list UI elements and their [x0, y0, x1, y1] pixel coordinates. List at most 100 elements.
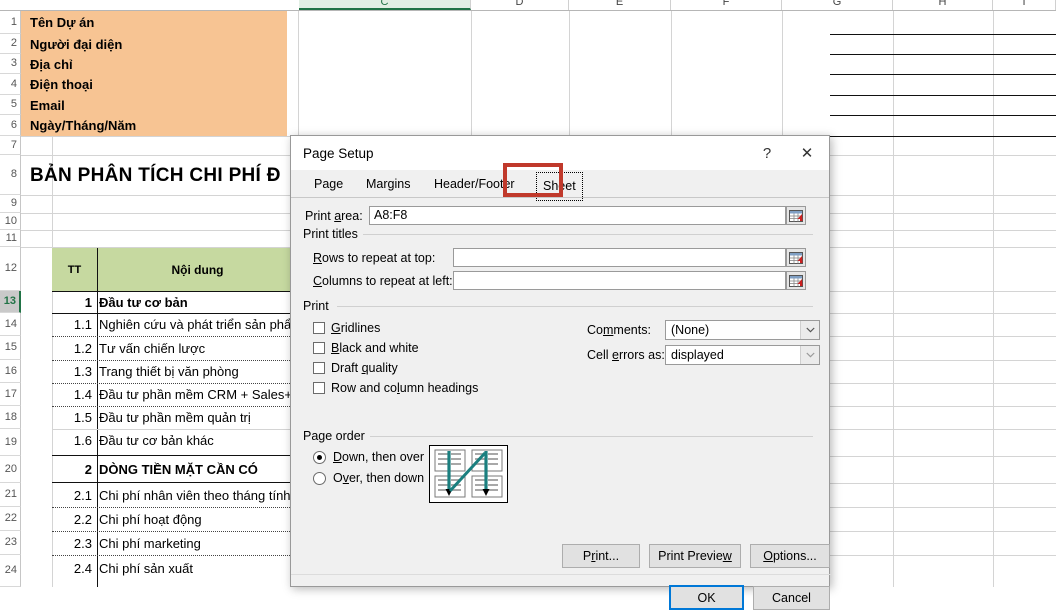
- row-header-7[interactable]: 7: [0, 136, 21, 155]
- grid-line-r19: [830, 429, 1056, 430]
- column-header-F[interactable]: F: [671, 0, 782, 10]
- table-header-tt[interactable]: TT: [52, 248, 97, 291]
- row-header-12[interactable]: 12: [0, 247, 21, 291]
- sheet-title[interactable]: BẢN PHÂN TÍCH CHI PHÍ Đ: [30, 158, 298, 194]
- row-header-9[interactable]: 9: [0, 195, 21, 213]
- column-header-H[interactable]: H: [893, 0, 993, 10]
- cell-noidung-15[interactable]: Tư vấn chiến lược: [99, 336, 298, 360]
- cell-A2[interactable]: Người đại diện: [25, 34, 287, 54]
- row-header-3[interactable]: 3: [0, 54, 21, 74]
- row-header-23[interactable]: 23: [0, 531, 21, 555]
- cell-noidung-23[interactable]: Chi phí marketing: [99, 531, 298, 555]
- cancel-button[interactable]: Cancel: [753, 586, 830, 610]
- row-header-1[interactable]: 1: [0, 11, 21, 34]
- cell-errors-chevron-down-icon[interactable]: [800, 346, 819, 364]
- row-header-8[interactable]: 8: [0, 155, 21, 195]
- columns-repeat-input[interactable]: [453, 271, 786, 290]
- column-header-D[interactable]: D: [471, 0, 569, 10]
- row-header-18[interactable]: 18: [0, 406, 21, 429]
- cell-tt-15[interactable]: 1.2: [52, 336, 96, 360]
- print-area-input[interactable]: A8:F8: [369, 206, 786, 225]
- column-header-I[interactable]: I: [993, 0, 1056, 10]
- row-header-11[interactable]: 11: [0, 230, 21, 247]
- column-header-G[interactable]: G: [782, 0, 893, 10]
- draft-quality-checkbox-icon[interactable]: [313, 362, 325, 374]
- row-header-16[interactable]: 16: [0, 360, 21, 383]
- tab-page[interactable]: Page: [303, 172, 351, 198]
- cell-tt-17[interactable]: 1.4: [52, 383, 96, 406]
- print-button[interactable]: Print...: [562, 544, 640, 568]
- print-preview-button[interactable]: Print Preview: [649, 544, 741, 568]
- row-header-19[interactable]: 19: [0, 429, 21, 456]
- options-button[interactable]: Options...: [750, 544, 830, 568]
- cell-A4[interactable]: Điện thoại: [25, 74, 287, 95]
- grid-darkline-4: [830, 95, 1056, 96]
- help-icon[interactable]: ?: [747, 136, 787, 170]
- cell-tt-23[interactable]: 2.3: [52, 531, 96, 555]
- row-header-14[interactable]: 14: [0, 313, 21, 336]
- cell-noidung-20[interactable]: DÒNG TIỀN MẶT CẦN CÓ: [99, 456, 298, 482]
- page-order-preview-icon: [429, 445, 508, 503]
- rows-repeat-range-selector-icon[interactable]: [786, 248, 806, 267]
- print-area-range-selector-icon[interactable]: [786, 206, 806, 225]
- radio-over-then-down[interactable]: Over, then down: [313, 471, 424, 485]
- cell-noidung-19[interactable]: Đầu tư cơ bản khác: [99, 429, 298, 452]
- gridlines-checkbox-icon[interactable]: [313, 322, 325, 334]
- cell-errors-dropdown[interactable]: displayed: [665, 345, 820, 365]
- row-header-2[interactable]: 2: [0, 34, 21, 54]
- cell-noidung-16[interactable]: Trang thiết bị văn phòng: [99, 360, 298, 383]
- cell-noidung-13[interactable]: Đầu tư cơ bản: [99, 291, 298, 313]
- cell-A5[interactable]: Email: [25, 95, 287, 115]
- cell-tt-19[interactable]: 1.6: [52, 429, 96, 452]
- comments-dropdown[interactable]: (None): [665, 320, 820, 340]
- cell-tt-20[interactable]: 2: [52, 456, 96, 482]
- cell-tt-18[interactable]: 1.5: [52, 406, 96, 429]
- column-header-C[interactable]: C: [299, 0, 471, 10]
- row-header-24[interactable]: 24: [0, 555, 21, 587]
- cell-tt-22[interactable]: 2.2: [52, 507, 96, 531]
- row-header-15[interactable]: 15: [0, 336, 21, 360]
- cell-A6[interactable]: Ngày/Tháng/Năm: [25, 115, 287, 136]
- row-header-6[interactable]: 6: [0, 115, 21, 136]
- down-then-over-radio-icon[interactable]: [313, 451, 326, 464]
- radio-down-then-over[interactable]: Down, then over: [313, 450, 424, 464]
- checkbox-gridlines[interactable]: Gridlines: [313, 321, 380, 335]
- row-header-5[interactable]: 5: [0, 95, 21, 115]
- cell-tt-24[interactable]: 2.4: [52, 555, 96, 581]
- over-then-down-radio-icon[interactable]: [313, 472, 326, 485]
- black-and-white-checkbox-icon[interactable]: [313, 342, 325, 354]
- columns-repeat-range-selector-icon[interactable]: [786, 271, 806, 290]
- cell-A3[interactable]: Địa chỉ: [25, 54, 287, 74]
- table-header-noidung[interactable]: Nội dung: [97, 248, 298, 291]
- cell-tt-16[interactable]: 1.3: [52, 360, 96, 383]
- row-header-22[interactable]: 22: [0, 507, 21, 531]
- row-column-headings-checkbox-icon[interactable]: [313, 382, 325, 394]
- cell-A1[interactable]: Tên Dự án: [25, 11, 287, 34]
- ok-button[interactable]: OK: [669, 585, 744, 610]
- column-header-E[interactable]: E: [569, 0, 671, 10]
- tab-margins[interactable]: Margins: [355, 172, 421, 198]
- rows-repeat-input[interactable]: [453, 248, 786, 267]
- checkbox-draft-quality[interactable]: Draft quality: [313, 361, 398, 375]
- row-header-13[interactable]: 13: [0, 291, 21, 313]
- cell-tt-14[interactable]: 1.1: [52, 313, 96, 336]
- checkbox-row-column-headings[interactable]: Row and column headings: [313, 381, 478, 395]
- cell-noidung-21[interactable]: Chi phí nhân viên theo tháng tính 6 thán…: [99, 483, 298, 507]
- row-header-4[interactable]: 4: [0, 74, 21, 95]
- cell-noidung-14[interactable]: Nghiên cứu và phát triển sản phẩm: [99, 313, 298, 336]
- row-header-20[interactable]: 20: [0, 456, 21, 483]
- comments-chevron-down-icon[interactable]: [800, 321, 819, 339]
- cell-noidung-18[interactable]: Đầu tư phần mềm quản trị: [99, 406, 298, 429]
- row-header-17[interactable]: 17: [0, 383, 21, 406]
- checkbox-black-and-white[interactable]: Black and white: [313, 341, 419, 355]
- cell-noidung-22[interactable]: Chi phí hoạt động: [99, 507, 298, 531]
- cell-noidung-17[interactable]: Đầu tư phần mềm CRM + Sales+ kế toán: [99, 383, 298, 406]
- cell-tt-13[interactable]: 1: [52, 291, 96, 313]
- row-header-10[interactable]: 10: [0, 213, 21, 230]
- cell-tt-21[interactable]: 2.1: [52, 483, 96, 507]
- close-icon[interactable]: ✕: [787, 136, 827, 170]
- grid-darkline-1: [830, 34, 1056, 35]
- page-setup-dialog[interactable]: Page Setup ? ✕ Page Margins Header/Foote…: [290, 135, 830, 587]
- row-header-21[interactable]: 21: [0, 483, 21, 507]
- cell-noidung-24[interactable]: Chi phí sản xuất: [99, 555, 298, 581]
